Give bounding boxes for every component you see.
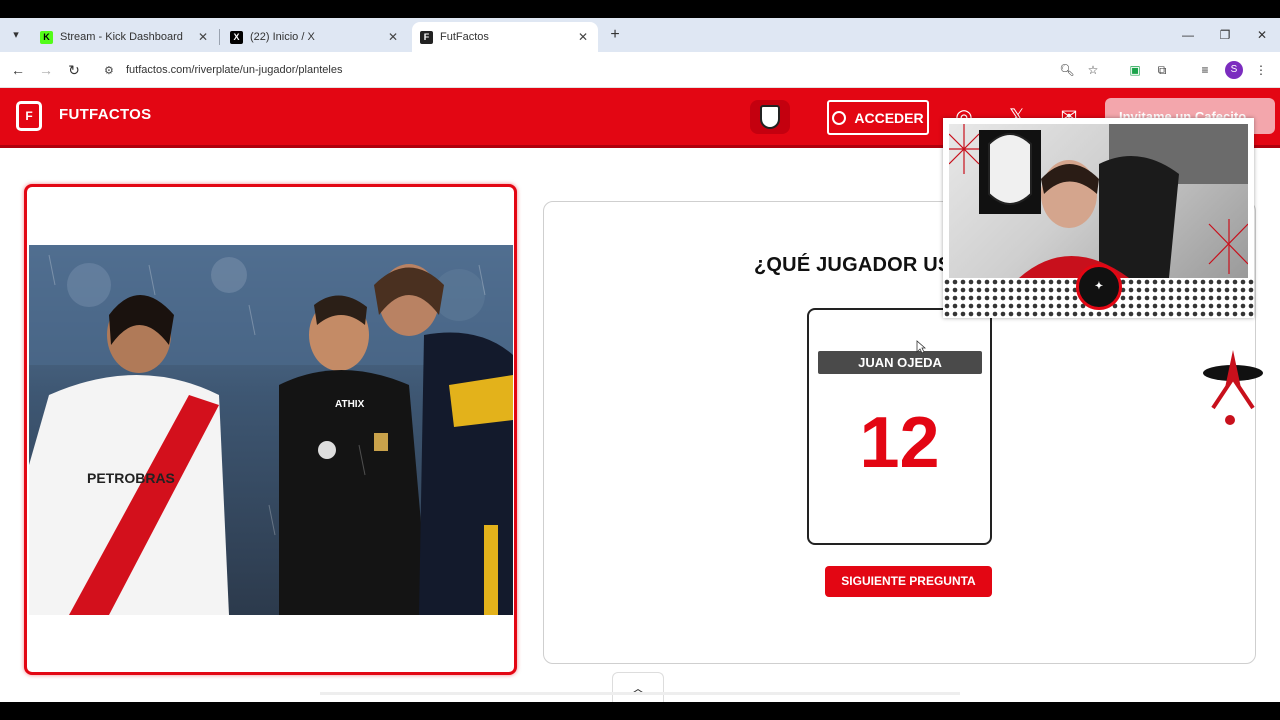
close-icon[interactable]: ✕ [386, 30, 400, 44]
address-bar[interactable]: ⚙ futfactos.com/riverplate/un-jugador/pl… [96, 56, 1112, 84]
tab-title: (22) Inicio / X [250, 31, 315, 43]
zoom-icon[interactable]: 🔍︎ [1058, 61, 1076, 79]
next-question-button[interactable]: SIGUIENTE PREGUNTA (ENTER) [825, 566, 992, 619]
menu-icon[interactable]: ⋮ [1252, 61, 1270, 79]
futfactos-logo-icon[interactable]: F [16, 101, 42, 131]
answer-player-name: JUAN OJEDA [818, 351, 982, 374]
reload-icon[interactable]: ↻ [64, 60, 84, 80]
tab-x[interactable]: X (22) Inicio / X ✕ [222, 22, 408, 52]
webcam-overlay: ✦ [943, 118, 1254, 318]
tab-list-icon[interactable]: ▾ [6, 25, 26, 45]
streamer-logo-icon: ✦ [1076, 264, 1122, 310]
tab-title: Stream - Kick Dashboard [60, 31, 183, 43]
back-icon[interactable]: ← [8, 60, 28, 80]
close-window-icon[interactable]: ✕ [1252, 26, 1272, 44]
forward-icon[interactable]: → [36, 60, 56, 80]
extension-icon[interactable]: ▣ [1126, 61, 1144, 79]
answer-shirt-number: 12 [859, 403, 940, 483]
referee-sponsor-text: ATHIX [335, 399, 365, 410]
tab-separator [219, 29, 220, 45]
tab-futfactos[interactable]: F FutFactos ✕ [412, 22, 598, 52]
webcam-scene [949, 124, 1248, 278]
login-button[interactable]: ACCEDER [827, 100, 929, 135]
user-icon [832, 110, 847, 125]
spider-logo-icon [1203, 350, 1263, 425]
new-tab-icon[interactable]: + [606, 25, 624, 45]
bottom-scroll-bar [320, 692, 960, 695]
close-icon[interactable]: ✕ [576, 30, 590, 44]
jersey-sponsor-text: PETROBRAS [87, 470, 175, 486]
futfactos-icon: F [420, 30, 433, 44]
avatar[interactable]: S [1225, 61, 1243, 79]
chevron-up-icon[interactable]: ︿ [612, 672, 664, 702]
puzzle-icon[interactable]: ⧉ [1153, 61, 1171, 79]
bookmark-star-icon[interactable]: ☆ [1084, 61, 1102, 79]
mouse-cursor-icon [916, 340, 926, 354]
site-logo-text[interactable]: FUTFACTOS [59, 106, 151, 123]
x-icon: X [230, 30, 243, 44]
site-settings-icon[interactable]: ⚙ [104, 64, 120, 77]
minimize-icon[interactable]: — [1178, 26, 1198, 44]
login-label: ACCEDER [854, 109, 924, 126]
river-plate-badge[interactable] [750, 100, 790, 134]
url-text: futfactos.com/riverplate/un-jugador/plan… [126, 64, 343, 76]
browser-window: ▾ K Stream - Kick Dashboard ✕ X (22) Ini… [0, 18, 1280, 702]
player-photo: PETROBRAS ATHIX [29, 245, 513, 615]
kick-icon: K [40, 30, 53, 44]
close-icon[interactable]: ✕ [196, 30, 210, 44]
tab-title: FutFactos [440, 31, 489, 43]
photo-scene: PETROBRAS ATHIX [29, 245, 513, 615]
browser-toolbar: ← → ↻ ⚙ futfactos.com/riverplate/un-juga… [0, 52, 1280, 88]
tab-strip: ▾ K Stream - Kick Dashboard ✕ X (22) Ini… [0, 18, 1280, 52]
tab-kick[interactable]: K Stream - Kick Dashboard ✕ [32, 22, 218, 52]
shield-icon [760, 105, 780, 129]
restore-icon[interactable]: ❐ [1215, 26, 1235, 44]
media-icon[interactable]: ≡ [1196, 61, 1214, 79]
webcam-video [949, 124, 1248, 278]
